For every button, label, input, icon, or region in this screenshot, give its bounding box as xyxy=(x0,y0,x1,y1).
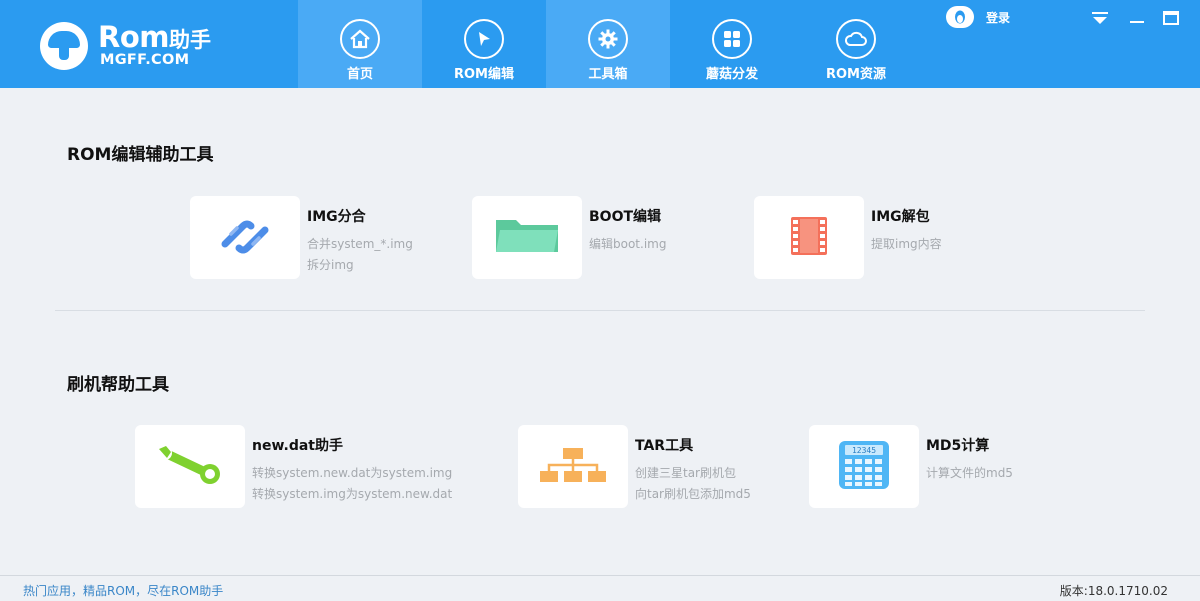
tool-img-unpack[interactable]: IMG解包 提取img内容 xyxy=(754,196,994,279)
calculator-icon: 12345 xyxy=(838,440,890,494)
tab-label: 工具箱 xyxy=(588,67,628,82)
qq-penguin-icon xyxy=(946,6,974,28)
main-nav: 首页 ROM编辑 工具箱 蘑菇分发 ROM资源 xyxy=(298,0,918,88)
tab-home[interactable]: 首页 xyxy=(298,0,422,88)
tool-md5[interactable]: 12345 MD5计算 计算文件的md5 xyxy=(809,425,1049,508)
app-logo: Rom助手 MGFF.COM xyxy=(40,20,250,72)
calculator-display: 12345 xyxy=(852,446,876,455)
hierarchy-icon xyxy=(538,447,608,487)
tool-tar[interactable]: TAR工具 创建三星tar刷机包 向tar刷机包添加md5 xyxy=(518,425,788,508)
tool-desc: 计算文件的md5 xyxy=(926,466,1013,480)
tool-desc: 拆分img xyxy=(307,258,354,272)
home-icon xyxy=(340,19,380,59)
maximize-icon[interactable] xyxy=(1160,8,1182,28)
tool-boot-edit[interactable]: BOOT编辑 编辑boot.img xyxy=(472,196,712,279)
login-button[interactable]: 登录 xyxy=(946,6,1010,28)
mushroom-logo-icon xyxy=(40,22,88,70)
tool-desc: 合并system_*.img xyxy=(307,237,413,251)
logo-subtitle: MGFF.COM xyxy=(100,52,190,68)
version-label: 版本:18.0.1710.02 xyxy=(1059,584,1168,598)
wrench-icon xyxy=(157,445,223,489)
login-label: 登录 xyxy=(986,10,1011,25)
cloud-icon xyxy=(836,19,876,59)
tool-icon-card xyxy=(472,196,582,279)
tool-title: TAR工具 xyxy=(635,438,694,454)
folder-icon xyxy=(494,218,560,258)
tab-rom-resources[interactable]: ROM资源 xyxy=(794,0,918,88)
tab-mushroom-dist[interactable]: 蘑菇分发 xyxy=(670,0,794,88)
tool-title: MD5计算 xyxy=(926,438,990,454)
tool-newdat-helper[interactable]: new.dat助手 转换system.new.dat为system.img 转换… xyxy=(135,425,505,508)
title-bar: Rom助手 MGFF.COM 首页 ROM编辑 工具箱 蘑菇分发 ROM资源 登… xyxy=(0,0,1200,88)
tool-desc: 编辑boot.img xyxy=(589,237,667,251)
minimize-icon[interactable] xyxy=(1126,8,1148,28)
section-divider xyxy=(55,310,1145,311)
tab-label: ROM编辑 xyxy=(454,67,514,82)
tool-img-split-merge[interactable]: IMG分合 合并system_*.img 拆分img xyxy=(190,196,450,279)
tool-desc: 转换system.new.dat为system.img xyxy=(252,466,453,480)
cursor-icon xyxy=(464,19,504,59)
tab-label: ROM资源 xyxy=(826,67,886,82)
tool-icon-card xyxy=(190,196,300,279)
tool-desc: 提取img内容 xyxy=(871,237,942,251)
tool-title: IMG解包 xyxy=(871,209,930,225)
link-icon xyxy=(217,214,273,262)
tool-icon-card xyxy=(518,425,628,508)
dropdown-icon[interactable] xyxy=(1089,8,1111,28)
tool-desc: 转换system.img为system.new.dat xyxy=(252,487,453,501)
tool-icon-card xyxy=(754,196,864,279)
film-icon xyxy=(789,215,829,261)
status-bar: 热门应用，精品ROM，尽在ROM助手 版本:18.0.1710.02 xyxy=(0,575,1200,601)
tool-title: BOOT编辑 xyxy=(589,209,662,225)
grid-icon xyxy=(712,19,752,59)
tab-label: 蘑菇分发 xyxy=(705,67,758,82)
tool-title: new.dat助手 xyxy=(252,438,343,454)
footer-slogan[interactable]: 热门应用，精品ROM，尽在ROM助手 xyxy=(23,582,223,599)
section-title-rom-edit: ROM编辑辅助工具 xyxy=(67,145,214,165)
tool-desc: 向tar刷机包添加md5 xyxy=(635,487,751,501)
tab-label: 首页 xyxy=(346,67,373,82)
tool-icon-card xyxy=(135,425,245,508)
section-title-flash-tools: 刷机帮助工具 xyxy=(67,375,169,395)
logo-title: Rom助手 xyxy=(98,20,211,54)
gear-icon xyxy=(588,19,628,59)
tab-rom-edit[interactable]: ROM编辑 xyxy=(422,0,546,88)
tab-toolbox[interactable]: 工具箱 xyxy=(546,0,670,88)
tool-title: IMG分合 xyxy=(307,209,366,225)
tool-icon-card: 12345 xyxy=(809,425,919,508)
tool-desc: 创建三星tar刷机包 xyxy=(635,466,736,480)
